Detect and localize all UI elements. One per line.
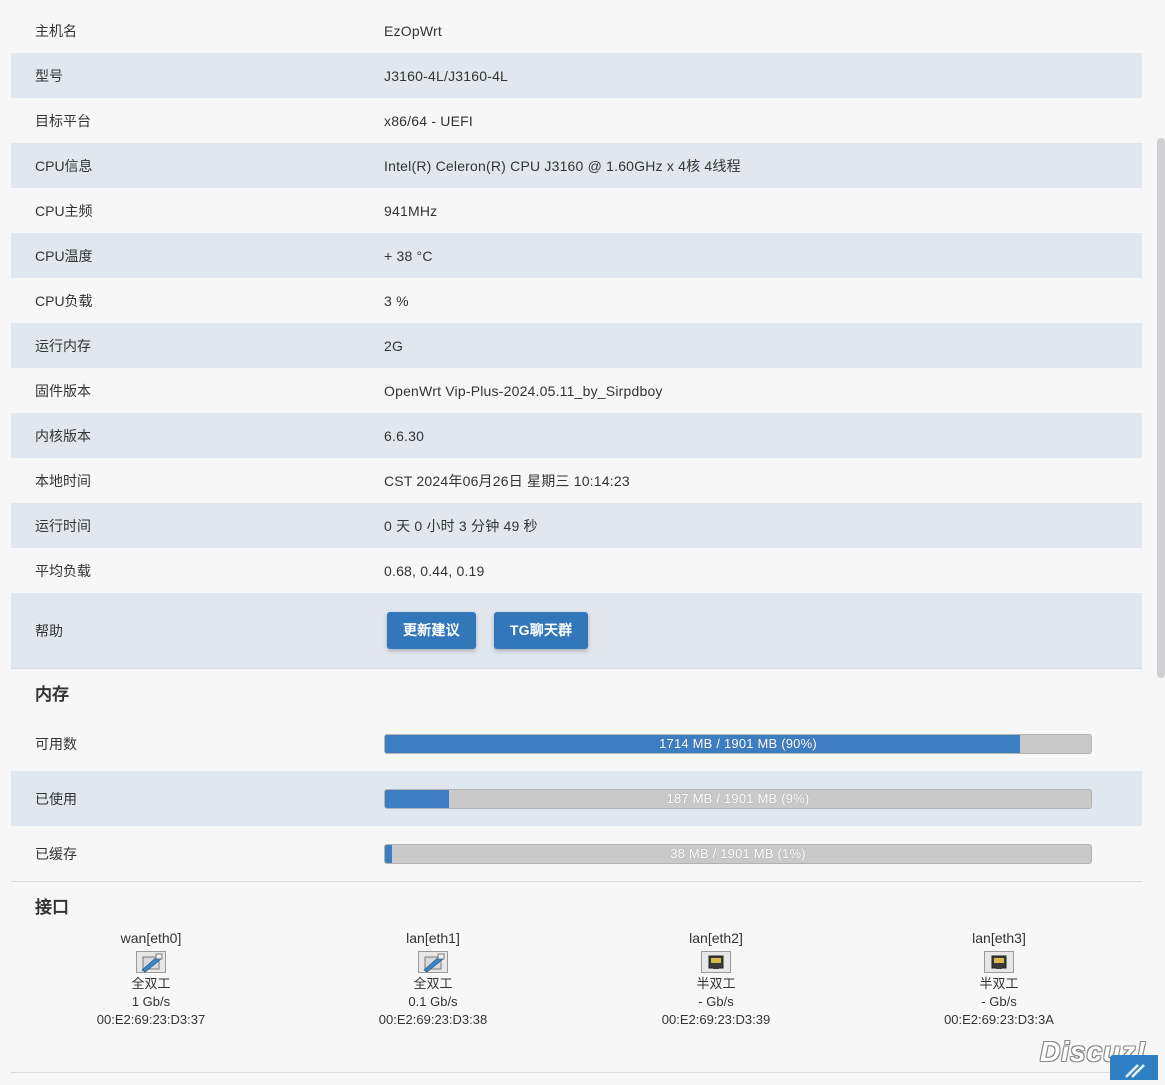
uptime-value: 0 天 0 小时 3 分钟 49 秒 [384,517,538,534]
interface-mac: 00:E2:69:23:D3:39 [661,1012,771,1027]
interface-duplex: 全双工 [131,976,171,991]
mem-cached-cell: 38 MB / 1901 MB (1%) [384,843,1142,864]
uptime-label: 运行时间 [35,517,91,534]
interface-duplex: 半双工 [696,976,736,991]
interface-card-eth1: lan[eth1] 全双工 0.1 Gb/s 00:E2:69:23:D3:38 [333,929,533,1029]
row-platform: 目标平台 x86/64 - UEFI [11,98,1142,143]
ram-label: 运行内存 [35,337,91,354]
mem-used-label: 已使用 [35,790,77,807]
corner-badge [1110,1055,1158,1080]
mem-cached-bar: 38 MB / 1901 MB (1%) [384,843,1092,864]
row-uptime: 运行时间 0 天 0 小时 3 分钟 49 秒 [11,503,1142,548]
model-value: J3160-4L/J3160-4L [384,67,509,84]
interfaces-section-title: 接口 [35,898,69,917]
row-model: 型号 J3160-4L/J3160-4L [11,53,1142,98]
row-cpu-freq: CPU主频 941MHz [11,188,1142,233]
interface-mac: 00:E2:69:23:D3:38 [378,1012,488,1027]
cpu-temp-value: + 38 °C [384,247,433,264]
row-hostname: 主机名 EzOpWrt [11,8,1142,53]
cpu-info-value: Intel(R) Celeron(R) CPU J3160 @ 1.60GHz … [384,157,741,174]
mem-used-bar: 187 MB / 1901 MB (9%) [384,788,1092,809]
hostname-label: 主机名 [35,22,77,39]
platform-label: 目标平台 [35,112,91,129]
mem-cached-label: 已缓存 [35,845,77,862]
hostname-value: EzOpWrt [384,22,442,39]
row-cpu-temp: CPU温度 + 38 °C [11,233,1142,278]
interface-mac: 00:E2:69:23:D3:37 [96,1012,206,1027]
mem-available-bar: 1714 MB / 1901 MB (90%) [384,733,1092,754]
interfaces-list: wan[eth0] 全双工 1 Gb/s 00:E2:69:23:D3:37 l… [11,929,1142,1066]
ethernet-port-disconnected-icon [701,951,731,973]
mem-available-cell: 1714 MB / 1901 MB (90%) [384,733,1142,754]
interface-card-eth2: lan[eth2] 半双工 - Gb/s 00:E2:69:23:D3:39 [616,929,816,1029]
update-suggestion-button[interactable]: 更新建议 [387,612,476,649]
interface-mac: 00:E2:69:23:D3:3A [944,1012,1054,1027]
firmware-label: 固件版本 [35,382,91,399]
interface-speed: 1 Gb/s [131,994,171,1009]
interface-duplex: 半双工 [979,976,1019,991]
status-panel: 主机名 EzOpWrt 型号 J3160-4L/J3160-4L 目标平台 x8… [11,8,1142,1066]
load-avg-label: 平均负载 [35,562,91,579]
cpu-load-label: CPU负载 [35,292,93,309]
mem-used-cell: 187 MB / 1901 MB (9%) [384,788,1142,809]
cpu-freq-label: CPU主频 [35,202,93,219]
row-help: 帮助 更新建议 TG聊天群 [11,593,1142,669]
cpu-load-value: 3 % [384,292,409,309]
interface-name: lan[eth1] [406,930,460,946]
firmware-value: OpenWrt Vip-Plus-2024.05.11_by_Sirpdboy [384,382,663,399]
cpu-freq-value: 941MHz [384,202,438,219]
row-mem-used: 已使用 187 MB / 1901 MB (9%) [11,771,1142,826]
row-cpu-info: CPU信息 Intel(R) Celeron(R) CPU J3160 @ 1.… [11,143,1142,188]
interface-speed: - Gb/s [981,994,1017,1009]
row-firmware: 固件版本 OpenWrt Vip-Plus-2024.05.11_by_Sirp… [11,368,1142,413]
cpu-info-label: CPU信息 [35,157,93,174]
bottom-divider [11,1072,1142,1073]
model-label: 型号 [35,67,63,84]
mem-used-text: 187 MB / 1901 MB (9%) [666,790,810,806]
load-avg-value: 0.68, 0.44, 0.19 [384,562,485,579]
interface-card-eth3: lan[eth3] 半双工 - Gb/s 00:E2:69:23:D3:3A [899,929,1099,1029]
kernel-label: 内核版本 [35,427,91,444]
tg-chat-group-button[interactable]: TG聊天群 [493,612,589,649]
help-label: 帮助 [35,622,63,639]
interface-name: lan[eth2] [689,930,743,946]
row-ram: 运行内存 2G [11,323,1142,368]
ram-value: 2G [384,337,404,354]
kernel-value: 6.6.30 [384,427,425,444]
row-kernel: 内核版本 6.6.30 [11,413,1142,458]
memory-section-title: 内存 [35,685,69,704]
help-buttons: 更新建议 TG聊天群 [384,612,1142,649]
row-load-avg: 平均负载 0.68, 0.44, 0.19 [11,548,1142,593]
interface-name: lan[eth3] [972,930,1026,946]
interface-card-eth0: wan[eth0] 全双工 1 Gb/s 00:E2:69:23:D3:37 [51,929,251,1029]
mem-available-text: 1714 MB / 1901 MB (90%) [659,735,817,751]
row-cpu-load: CPU负载 3 % [11,278,1142,323]
row-mem-available: 可用数 1714 MB / 1901 MB (90%) [11,716,1142,771]
local-time-value: CST 2024年06月26日 星期三 10:14:23 [384,472,630,489]
ethernet-port-disconnected-icon [984,951,1014,973]
mem-available-label: 可用数 [35,735,77,752]
row-mem-cached: 已缓存 38 MB / 1901 MB (1%) [11,826,1142,882]
interface-speed: 0.1 Gb/s [408,994,458,1009]
interface-duplex: 全双工 [413,976,453,991]
mem-cached-text: 38 MB / 1901 MB (1%) [670,845,806,861]
interface-speed: - Gb/s [698,994,734,1009]
row-local-time: 本地时间 CST 2024年06月26日 星期三 10:14:23 [11,458,1142,503]
cpu-temp-label: CPU温度 [35,247,93,264]
local-time-label: 本地时间 [35,472,91,489]
interface-name: wan[eth0] [120,930,182,946]
platform-value: x86/64 - UEFI [384,112,473,129]
ethernet-port-connected-icon [136,951,166,973]
ethernet-port-connected-icon [418,951,448,973]
page-scrollbar[interactable] [1157,138,1165,678]
